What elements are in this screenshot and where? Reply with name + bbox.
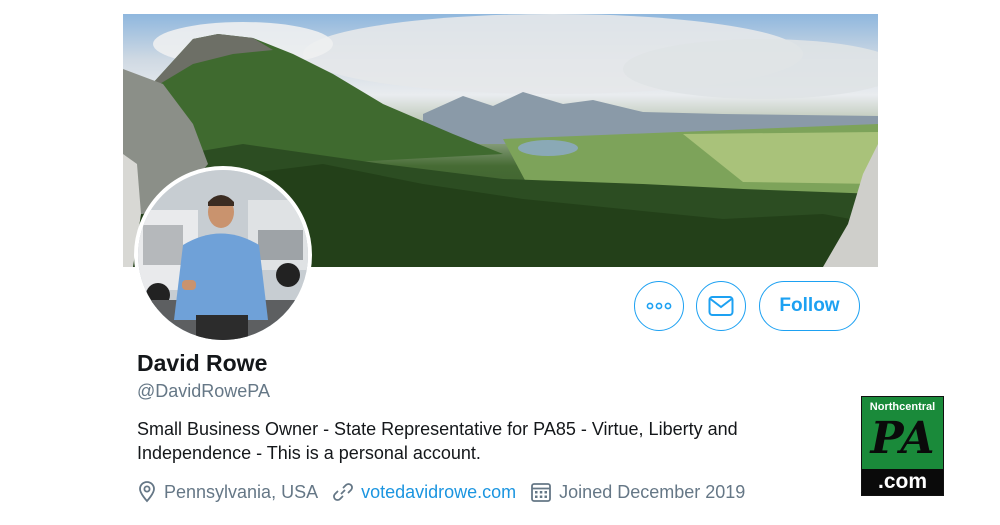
joined-text: Joined December 2019 bbox=[559, 481, 746, 502]
calendar-icon bbox=[531, 483, 552, 502]
more-icon bbox=[646, 302, 672, 310]
northcentralpa-logo: Northcentral PA .com bbox=[861, 396, 944, 496]
profile-bio: Small Business Owner - State Representat… bbox=[137, 419, 738, 463]
profile-avatar[interactable] bbox=[134, 166, 312, 344]
website-item: votedavidrowe.com bbox=[332, 481, 516, 503]
location-pin-icon bbox=[139, 481, 155, 503]
follow-button[interactable]: Follow bbox=[759, 281, 860, 331]
logo-big-text: PA bbox=[870, 413, 935, 464]
display-name: David Rowe bbox=[137, 350, 268, 376]
avatar-photo bbox=[138, 170, 308, 340]
link-icon bbox=[333, 483, 354, 501]
message-button[interactable] bbox=[696, 281, 746, 331]
location-text: Pennsylvania, USA bbox=[164, 481, 319, 502]
more-button[interactable] bbox=[634, 281, 684, 331]
username-handle: @DavidRowePA bbox=[137, 381, 270, 401]
envelope-icon bbox=[708, 296, 734, 316]
website-link[interactable]: votedavidrowe.com bbox=[361, 482, 516, 503]
joined-item: Joined December 2019 bbox=[530, 481, 745, 503]
location-item: Pennsylvania, USA bbox=[137, 481, 318, 503]
profile-meta-row: Pennsylvania, USA votedavidrowe.com Join… bbox=[137, 479, 759, 505]
logo-bottom-text: .com bbox=[862, 469, 943, 495]
